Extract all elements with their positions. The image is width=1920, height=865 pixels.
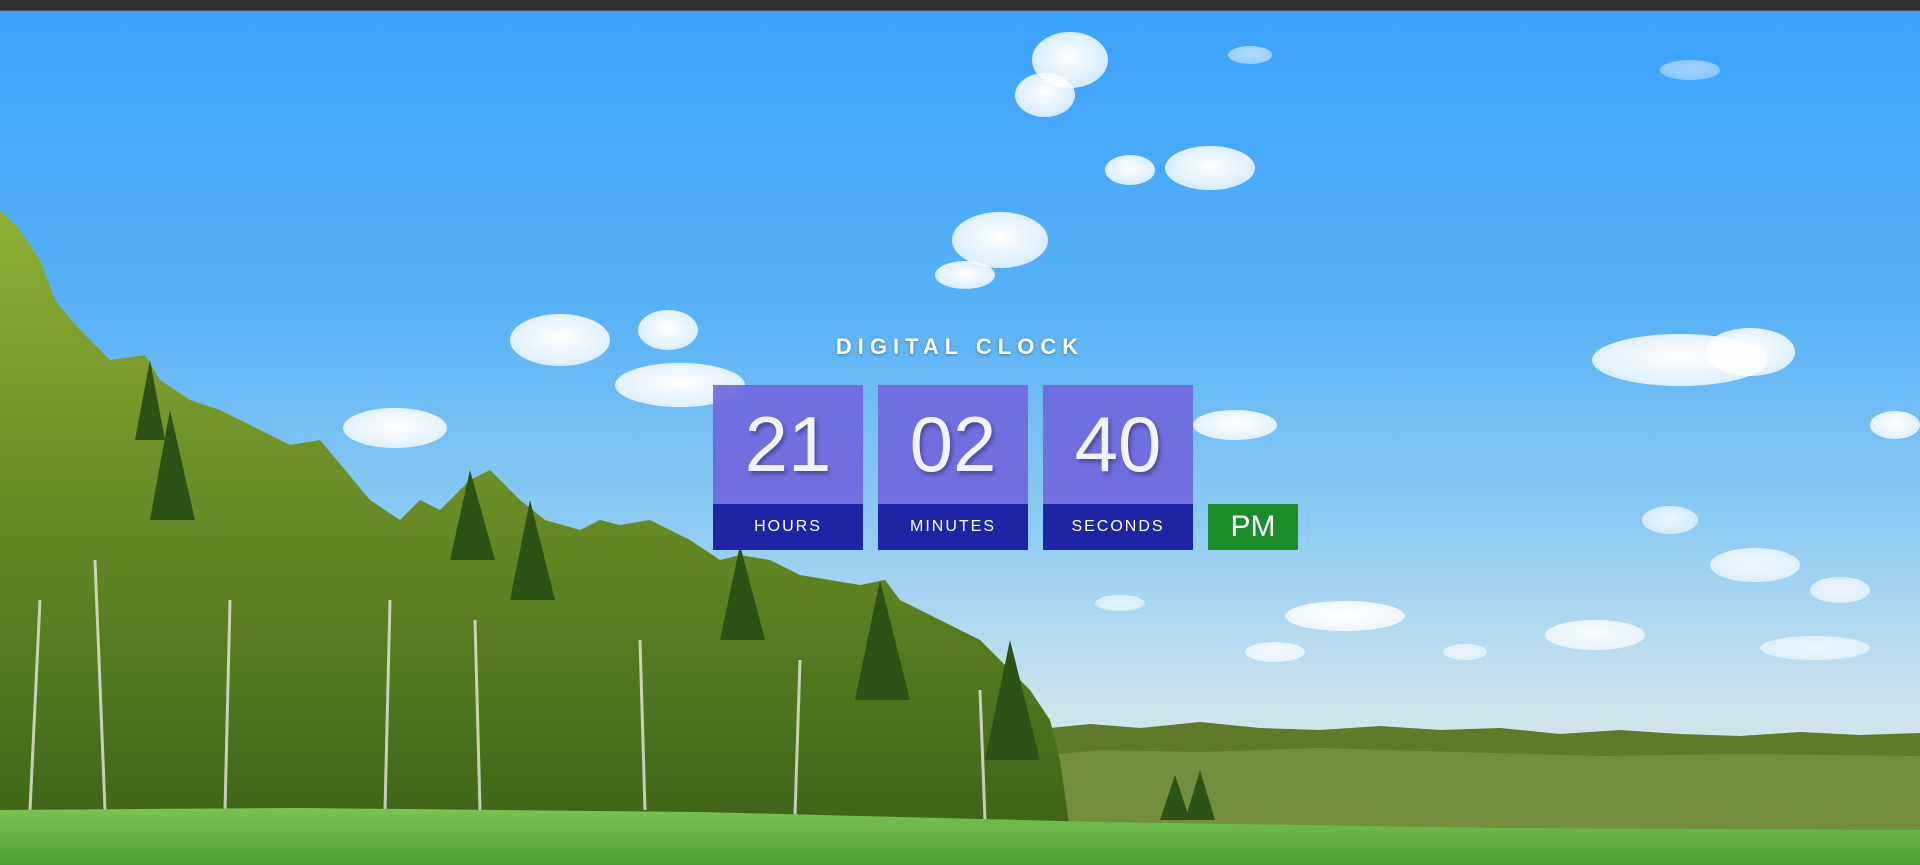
seconds-block: 40 SECONDS xyxy=(1043,385,1193,550)
hours-block: 21 HOURS xyxy=(713,385,863,550)
page: DIGITAL CLOCK 21 HOURS 02 MINUTES 40 SEC… xyxy=(0,0,1920,865)
minutes-label: MINUTES xyxy=(878,504,1028,550)
hours-label: HOURS xyxy=(713,504,863,550)
seconds-label: SECONDS xyxy=(1043,504,1193,550)
minutes-block: 02 MINUTES xyxy=(878,385,1028,550)
seconds-value: 40 xyxy=(1043,385,1193,504)
minutes-value: 02 xyxy=(878,385,1028,504)
top-bar xyxy=(0,0,1920,11)
clock-title: DIGITAL CLOCK xyxy=(835,334,1085,359)
hours-value: 21 xyxy=(713,385,863,504)
am-pm-badge: PM xyxy=(1208,504,1298,550)
